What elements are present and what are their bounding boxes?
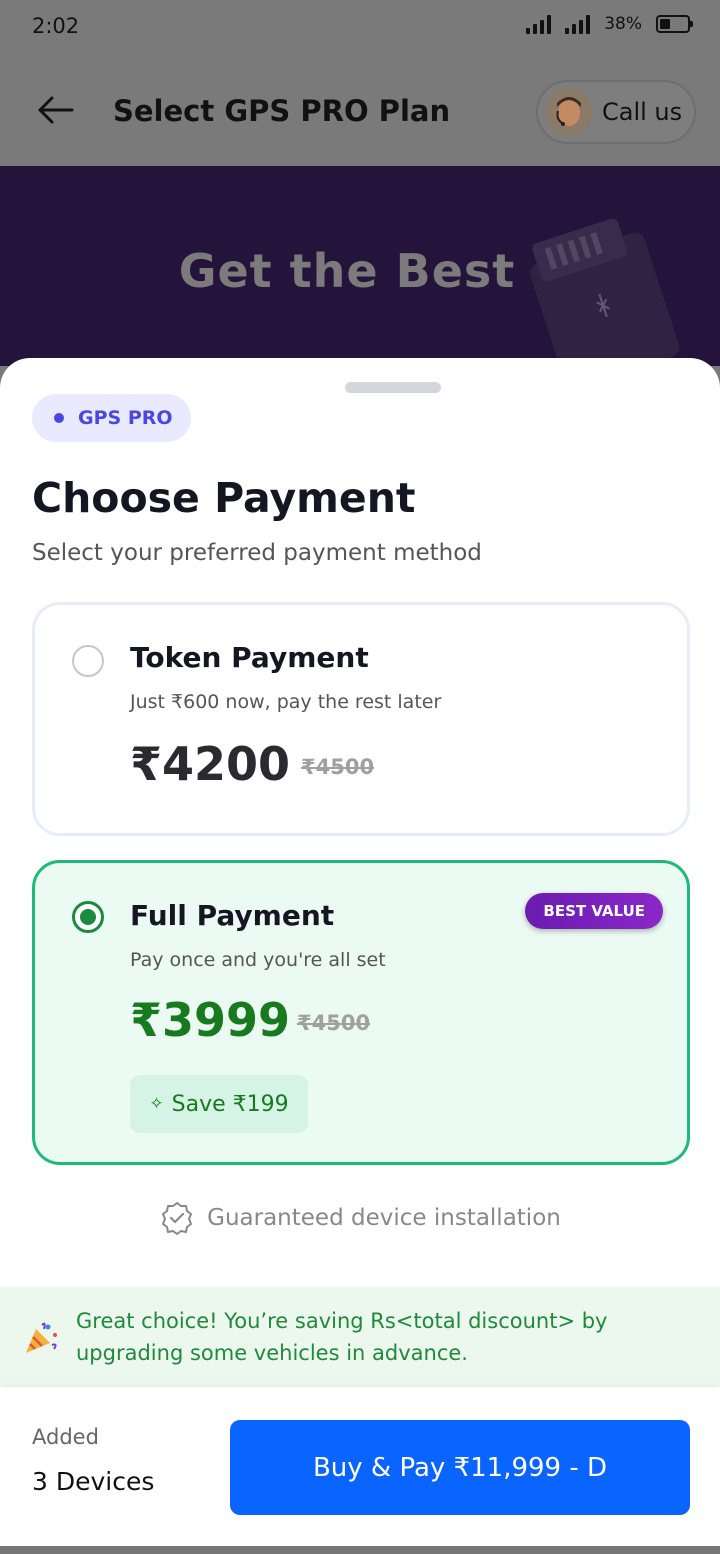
- installation-guarantee: Guaranteed device installation: [0, 1200, 720, 1236]
- status-bar: 2:02 38%: [0, 0, 720, 58]
- sparkle-icon: ✧: [149, 1094, 164, 1114]
- app-bar: Select GPS PRO Plan Call us: [0, 58, 720, 166]
- option-price: ₹4200: [130, 737, 291, 791]
- device-count: 3 Devices: [32, 1467, 155, 1496]
- call-us-button[interactable]: Call us: [536, 80, 696, 144]
- support-agent-avatar: [546, 89, 592, 135]
- sheet-subtitle: Select your preferred payment method: [32, 540, 482, 566]
- back-arrow-icon[interactable]: [36, 94, 76, 126]
- guarantee-text: Guaranteed device installation: [207, 1205, 561, 1231]
- battery-percent: 38%: [604, 14, 642, 34]
- sheet-title: Choose Payment: [32, 474, 416, 522]
- plan-chip: GPS PRO: [32, 394, 191, 442]
- option-description: Just ₹600 now, pay the rest later: [130, 691, 442, 713]
- savings-label: Save ₹199: [171, 1091, 289, 1117]
- option-description: Pay once and you're all set: [130, 949, 386, 971]
- status-time: 2:02: [32, 14, 80, 38]
- checkout-footer: Added 3 Devices Buy & Pay ₹11,999 - D: [0, 1387, 720, 1546]
- token-payment-radio[interactable]: [72, 645, 104, 677]
- buy-and-pay-button[interactable]: Buy & Pay ₹11,999 - D: [230, 1420, 690, 1515]
- signal-icon: [565, 14, 591, 34]
- option-price: ₹3999: [130, 993, 291, 1047]
- page-title: Select GPS PRO Plan: [113, 94, 451, 128]
- verified-badge-icon: [162, 1202, 193, 1235]
- token-payment-option[interactable]: Token Payment Just ₹600 now, pay the res…: [32, 602, 690, 836]
- party-popper-icon: [26, 1322, 57, 1353]
- option-title: Full Payment: [130, 899, 335, 932]
- call-us-label: Call us: [602, 98, 683, 126]
- chip-dot-icon: [54, 413, 64, 423]
- best-value-badge: BEST VALUE: [525, 893, 663, 929]
- added-label: Added: [32, 1425, 99, 1449]
- full-payment-option[interactable]: Full Payment BEST VALUE Pay once and you…: [32, 860, 690, 1165]
- full-payment-radio[interactable]: [72, 901, 104, 933]
- promo-banner: Get the Best: [0, 166, 720, 366]
- option-original-price: ₹4500: [301, 755, 375, 779]
- navigation-bar: [0, 1546, 720, 1554]
- savings-notice-text: Great choice! You’re saving Rs<total dis…: [76, 1309, 608, 1365]
- banner-headline: Get the Best: [178, 244, 516, 298]
- payment-sheet: GPS PRO Choose Payment Select your prefe…: [0, 358, 720, 1554]
- plan-chip-label: GPS PRO: [78, 407, 173, 429]
- signal-icon: [526, 14, 552, 34]
- savings-notice: Great choice! You’re saving Rs<total dis…: [0, 1287, 720, 1387]
- savings-badge: ✧ Save ₹199: [130, 1075, 308, 1133]
- option-original-price: ₹4500: [297, 1011, 371, 1035]
- sheet-drag-handle[interactable]: [345, 382, 441, 393]
- status-indicators: 38%: [526, 14, 693, 34]
- battery-icon: [656, 15, 693, 33]
- option-title: Token Payment: [130, 641, 369, 674]
